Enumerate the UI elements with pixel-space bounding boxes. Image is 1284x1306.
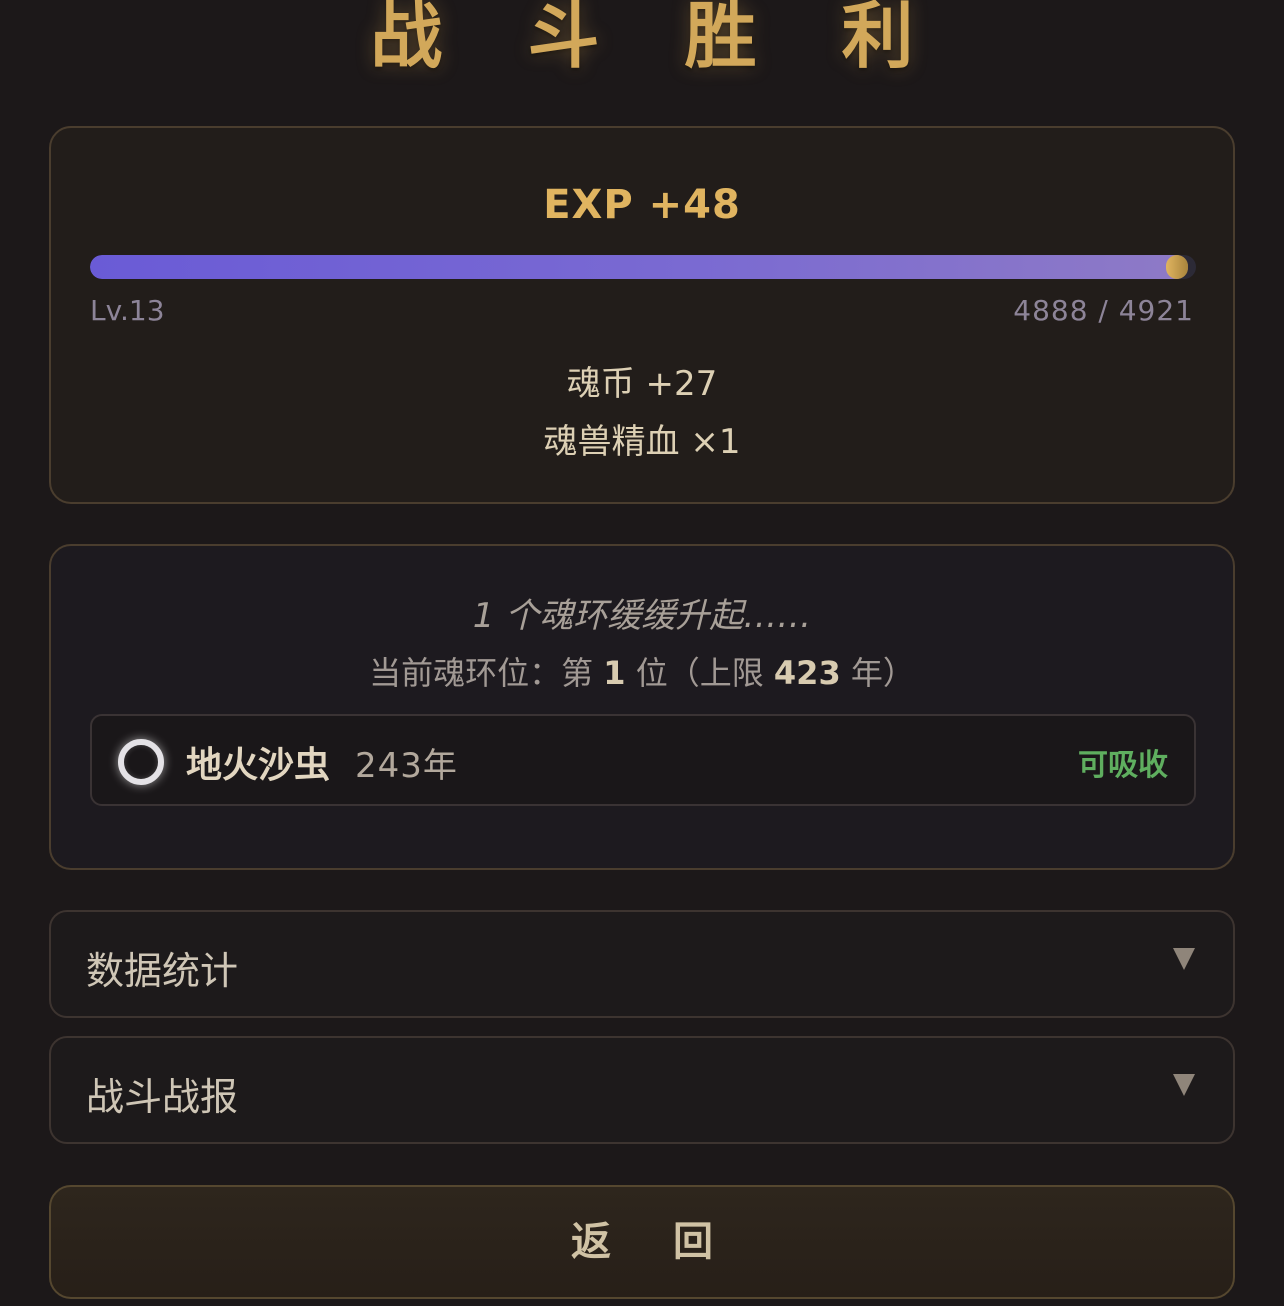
ring-years: 243年 xyxy=(355,746,458,786)
back-button[interactable]: 返 回 xyxy=(49,1185,1235,1299)
triangle-down-icon xyxy=(1173,948,1195,970)
exp-gain-label: EXP +48 xyxy=(543,182,741,228)
reward-coins: 魂币 +27 xyxy=(566,364,718,404)
soul-ring-card[interactable]: 地火沙虫 243年 可吸收 xyxy=(90,714,1196,806)
battle-report-toggle[interactable]: 战斗战报 xyxy=(49,1036,1235,1144)
battle-report-label: 战斗战报 xyxy=(86,1075,239,1119)
ring-slot-number: 1 xyxy=(603,654,626,692)
reward-item: 魂兽精血 ×1 xyxy=(543,422,741,462)
ring-slot-suffix: 年） xyxy=(850,654,915,692)
ring-slot-info: 当前魂环位：第 1 位（上限 423 年） xyxy=(51,648,1233,694)
page-title: 战 斗 胜 利 xyxy=(370,0,944,78)
exp-progress-marker xyxy=(1166,255,1188,279)
exp-progress-fill xyxy=(90,255,1188,279)
stats-section-toggle[interactable]: 数据统计 xyxy=(49,910,1235,1018)
ring-absorb-status[interactable]: 可吸收 xyxy=(1078,740,1168,784)
exp-count: 4888 / 4921 xyxy=(1013,294,1194,327)
stats-section-label: 数据统计 xyxy=(86,949,239,993)
ring-slot-prefix: 当前魂环位：第 xyxy=(369,654,594,692)
level-label: Lv.13 xyxy=(90,294,165,327)
soul-ring-panel: 1 个魂环缓缓升起…… 当前魂环位：第 1 位（上限 423 年） 地火沙虫 2… xyxy=(49,544,1235,870)
ring-beast-name: 地火沙虫 xyxy=(186,745,331,786)
ring-rising-text: 1 个魂环缓缓升起…… xyxy=(472,596,812,636)
ring-slot-mid: 位（上限 xyxy=(635,654,764,692)
soul-ring-icon xyxy=(118,739,164,785)
triangle-down-icon xyxy=(1173,1074,1195,1096)
exp-reward-panel: EXP +48 Lv.13 4888 / 4921 魂币 +27 魂兽精血 ×1 xyxy=(49,126,1235,504)
exp-progress-bar xyxy=(90,255,1196,279)
ring-slot-limit: 423 xyxy=(773,654,841,692)
